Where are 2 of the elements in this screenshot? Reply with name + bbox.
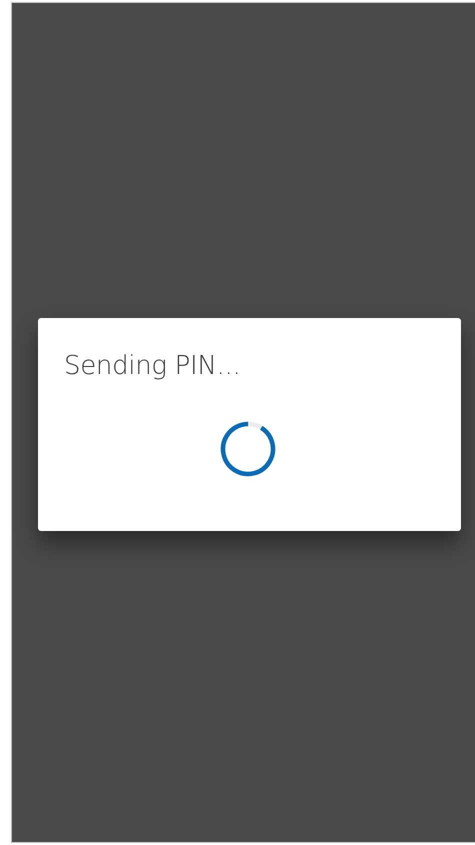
dialog-message: Sending PIN... xyxy=(64,350,242,382)
loading-spinner-icon xyxy=(218,420,276,478)
